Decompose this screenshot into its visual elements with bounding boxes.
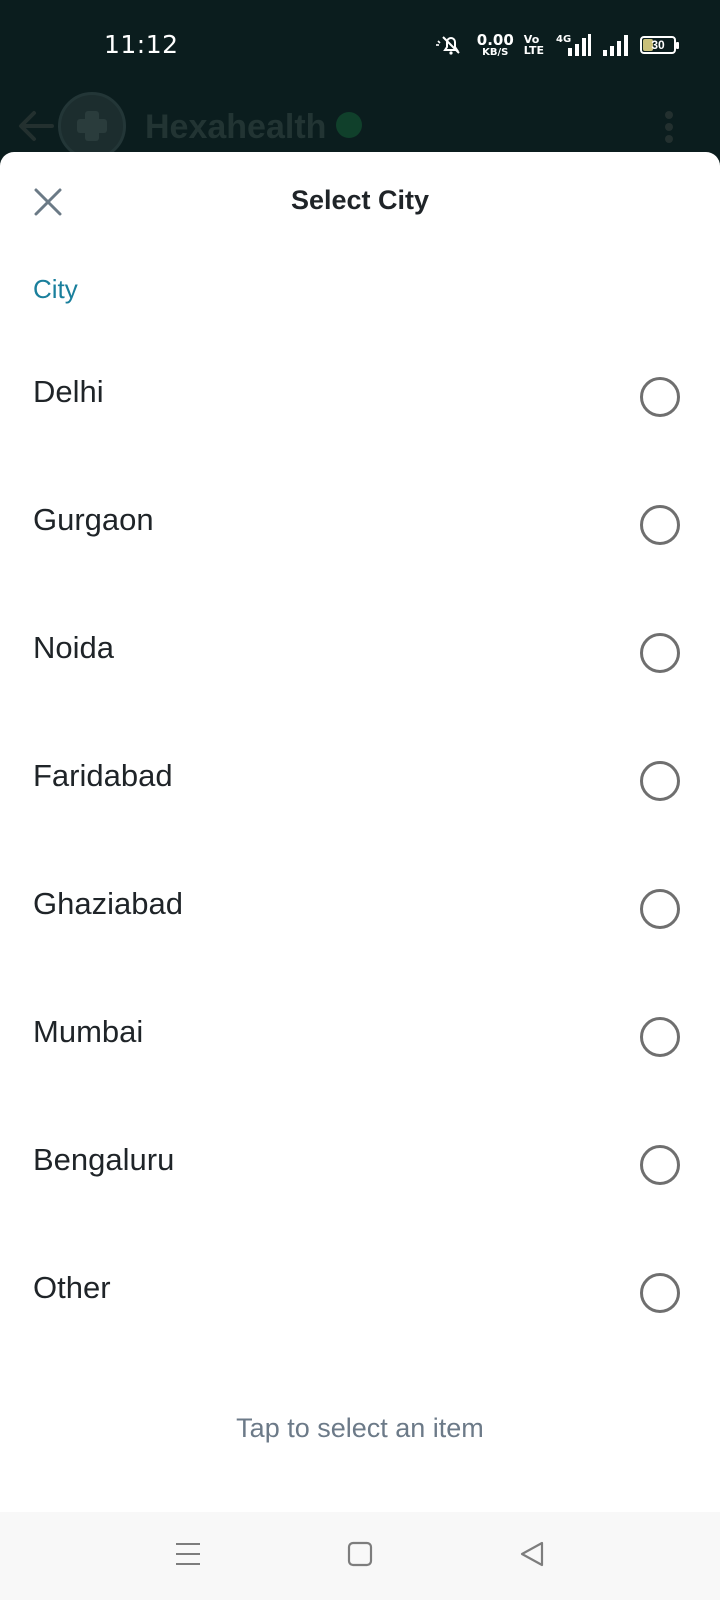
radio-button[interactable] — [640, 1145, 680, 1185]
app-name: Hexahealth — [145, 108, 327, 146]
city-option-delhi[interactable]: Delhi — [0, 334, 720, 462]
city-option-gurgaon[interactable]: Gurgaon — [0, 462, 720, 590]
sheet-title: Select City — [290, 185, 430, 215]
city-option-mumbai[interactable]: Mumbai — [0, 974, 720, 1102]
city-option-noida[interactable]: Noida — [0, 590, 720, 718]
volte-badge: Vo LTE — [524, 34, 544, 56]
menu-lines-icon[interactable] — [174, 1540, 202, 1568]
status-icons: 0.00 KB/S Vo LTE 4G 30 — [435, 30, 679, 60]
signal-bars-icon — [603, 35, 628, 56]
radio-button[interactable] — [640, 1017, 680, 1057]
city-option-bengaluru[interactable]: Bengaluru — [0, 1102, 720, 1230]
signal-bars-icon: 4G — [556, 34, 591, 56]
option-label: Other — [33, 1270, 111, 1305]
bell-off-icon — [435, 36, 460, 55]
status-bar: 11:12 0.00 KB/S Vo LTE 4G 30 — [0, 0, 720, 90]
option-label: Gurgaon — [33, 502, 154, 537]
status-time: 11:12 — [104, 30, 179, 59]
triangle-back-icon[interactable] — [518, 1540, 546, 1568]
select-city-sheet: Select City City Delhi Gurgaon Noida Far… — [0, 152, 720, 1512]
square-icon[interactable] — [347, 1540, 373, 1568]
system-nav-bar — [0, 1512, 720, 1600]
radio-button[interactable] — [640, 377, 680, 417]
verified-icon — [336, 112, 362, 138]
radio-button[interactable] — [640, 761, 680, 801]
option-label: Noida — [33, 630, 114, 665]
net-speed-value: 0.00 — [476, 30, 514, 49]
city-option-faridabad[interactable]: Faridabad — [0, 718, 720, 846]
option-label: Mumbai — [33, 1014, 144, 1049]
option-label: Delhi — [33, 374, 104, 409]
option-label: Ghaziabad — [33, 886, 183, 921]
net-speed: 0.00 KB/S — [476, 30, 514, 58]
city-option-other[interactable]: Other — [0, 1230, 720, 1358]
option-label: Faridabad — [33, 758, 173, 793]
volte-bottom: LTE — [523, 44, 544, 57]
radio-button[interactable] — [640, 633, 680, 673]
net-speed-unit: KB/S — [482, 46, 509, 58]
radio-button[interactable] — [640, 505, 680, 545]
city-options-list: Delhi Gurgaon Noida Faridabad Ghaziabad … — [0, 334, 720, 1358]
battery-level: 30 — [651, 38, 665, 52]
arrow-left-icon[interactable] — [16, 108, 56, 144]
radio-button[interactable] — [640, 1273, 680, 1313]
option-label: Bengaluru — [33, 1142, 175, 1177]
radio-button[interactable] — [640, 889, 680, 929]
more-vertical-icon[interactable] — [662, 110, 676, 144]
network-type-label: 4G — [556, 34, 571, 45]
avatar — [58, 92, 126, 160]
section-label: City — [33, 274, 78, 304]
selection-hint: Tap to select an item — [236, 1413, 484, 1443]
plus-icon — [77, 111, 107, 141]
city-option-ghaziabad[interactable]: Ghaziabad — [0, 846, 720, 974]
app-header: Hexahealth — [0, 90, 720, 160]
battery-indicator: 30 — [640, 36, 679, 54]
